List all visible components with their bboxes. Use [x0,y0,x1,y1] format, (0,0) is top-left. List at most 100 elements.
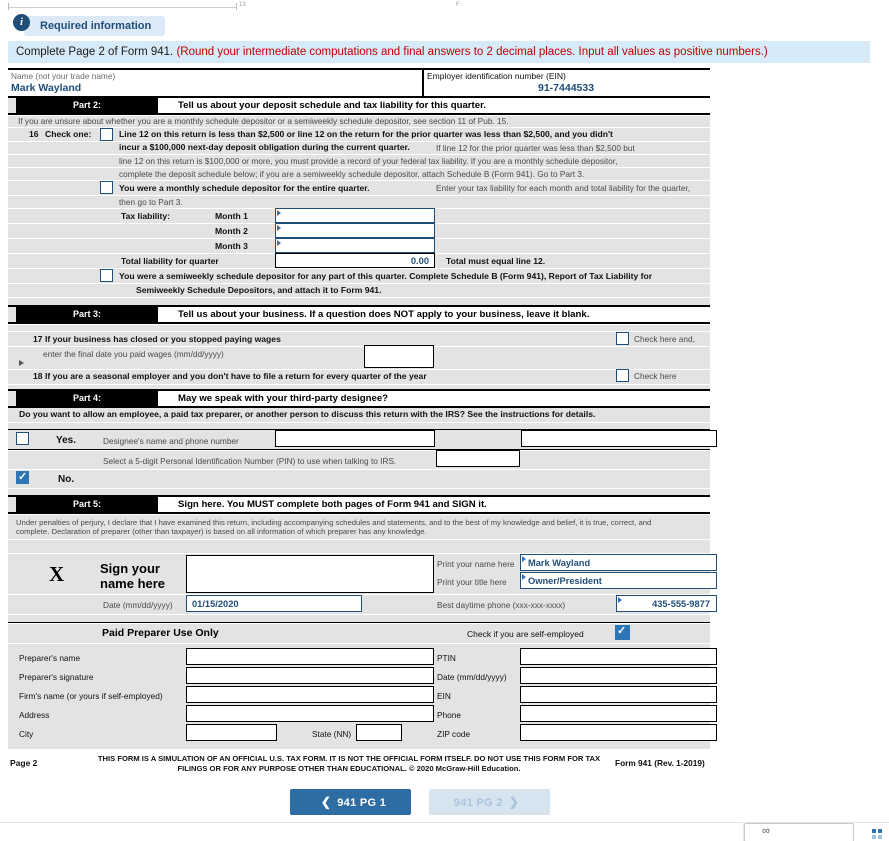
footer-disclaimer-line1: THIS FORM IS A SIMULATION OF AN OFFICIAL… [97,754,566,763]
nav-prev-941-pg1-button[interactable]: ❮ 941 PG 1 [290,789,411,815]
line16-option1-side2: line 12 on this return is $100,000 or mo… [119,156,618,166]
firm-ein-label: EIN [437,691,451,701]
print-title-label: Print your title here [437,577,507,587]
nav-next-label: 941 PG 2 [453,797,503,809]
required-marker-icon [522,556,526,562]
signature-date-value: 01/15/2020 [192,599,239,609]
preparer-phone-input[interactable] [520,705,717,722]
preparer-address-input[interactable] [186,705,434,722]
ein-value: 91-7444533 [538,82,595,94]
instruction-note: (Round your intermediate computations an… [176,46,768,58]
perjury-line2: complete. Declaration of preparer (other… [16,527,427,536]
firm-name-input[interactable] [186,686,434,703]
preparer-zip-label: ZIP code [437,729,471,739]
print-name-value: Mark Wayland [528,558,591,568]
preparer-date-input[interactable] [520,667,717,684]
indicator-square-1 [872,829,876,833]
preparer-signature-input[interactable] [186,667,434,684]
part2-title: Tell us about your deposit schedule and … [178,100,486,111]
print-name-label: Print your name here [437,559,515,569]
ruler-strip: 13 F [0,0,889,14]
designee-no-label: No. [58,474,75,485]
part5-title: Sign here. You MUST complete both pages … [178,499,487,510]
ptin-label: PTIN [437,653,456,663]
part3-title: Tell us about your business. If a questi… [178,309,590,320]
ptin-input[interactable] [520,648,717,665]
month3-input[interactable] [275,238,435,253]
indicator-square-4 [878,835,882,839]
pin-label: Select a 5-digit Personal Identification… [103,456,397,466]
total-liability-value: 0.00 [410,256,429,266]
page-navigation: ❮ 941 PG 1 941 PG 2 ❯ [0,789,889,815]
line16-option1-side3: complete the deposit schedule below; if … [119,169,585,179]
checkbox-designee-no[interactable] [16,470,29,484]
indicator-square-2 [878,829,882,833]
total-note: Total must equal line 12. [446,256,546,266]
total-liability-field: 0.00 [275,253,435,268]
checkbox-line16-option1[interactable] [100,128,113,141]
part2-note: If you are unsure about whether you are … [18,116,509,126]
signature-date-input[interactable]: 01/15/2020 [186,595,362,612]
line16-option1-side1: If line 12 for the prior quarter was les… [436,143,635,153]
perjury-line1: Under penalties of perjury, I declare th… [16,518,652,527]
designee-phone-input[interactable] [521,430,717,447]
link-button[interactable] [744,823,854,841]
daytime-phone-label: Best daytime phone (xxx-xxx-xxxx) [437,600,566,610]
line18-text: 18 If you are a seasonal employer and yo… [33,371,427,381]
checkbox-self-employed[interactable] [615,624,630,640]
preparer-name-input[interactable] [186,648,434,665]
preparer-city-input[interactable] [186,724,277,741]
firm-ein-input[interactable] [520,686,717,703]
checkbox-line16-option3[interactable] [100,269,113,282]
daytime-phone-input[interactable]: 435-555-9877 [616,595,717,612]
nav-prev-label: 941 PG 1 [337,797,387,809]
checkbox-line17[interactable] [616,332,629,345]
sign-here-label-1: Sign your [100,561,160,576]
form-941-page-2: 13 F Required information i Complete Pag… [0,0,889,841]
instruction-main: Complete Page 2 of Form 941. [16,46,174,58]
firm-name-label: Firm's name (or yours if self-employed) [19,691,163,701]
name-value: Mark Wayland [11,82,82,94]
chevron-right-icon: ❯ [508,795,520,809]
month2-label: Month 2 [215,226,248,236]
designee-name-input[interactable] [275,430,435,447]
print-name-input[interactable]: Mark Wayland [520,554,717,571]
month2-input[interactable] [275,223,435,238]
line16-option3-text2: Semiweekly Schedule Depositors, and atta… [136,285,382,295]
toolbar-cell-left [676,823,744,841]
line17-text: 17 If your business has closed or you st… [33,334,281,344]
line16-label: Check one: [45,129,92,139]
preparer-phone-label: Phone [437,710,461,720]
part2-bar: Part 2: [16,98,158,113]
line17-date-input[interactable] [364,345,434,368]
ein-label: Employer identification number (EIN) [427,71,566,81]
sign-here-label-2: name here [100,576,166,591]
print-title-value: Owner/President [528,576,602,586]
line16-option1-text: Line 12 on this return is less than $2,5… [119,129,613,139]
checkbox-line18[interactable] [616,369,629,382]
preparer-state-input[interactable] [356,724,402,741]
signature-input[interactable] [186,555,434,593]
print-title-input[interactable]: Owner/President [520,572,717,589]
checkbox-line16-option2[interactable] [100,181,113,194]
month3-label: Month 3 [215,241,248,251]
line17-sub-label: enter the final date you paid wages (mm/… [43,349,224,359]
bottom-toolbar: ∞ [0,822,889,841]
nav-next-941-pg2-button[interactable]: 941 PG 2 ❯ [429,789,550,815]
footer-disclaimer: THIS FORM IS A SIMULATION OF AN OFFICIAL… [92,754,606,774]
month1-input[interactable] [275,208,435,223]
info-icon: i [13,14,30,31]
required-marker-icon [277,225,281,231]
pointer-icon [19,360,24,366]
link-icon: ∞ [762,825,770,837]
preparer-zip-input[interactable] [520,724,717,741]
footer-form-reference: Form 941 (Rev. 1-2019) [615,758,705,768]
line16-option2-side2: then go to Part 3. [119,197,183,207]
indicator-square-3 [872,835,876,839]
tax-liability-label: Tax liability: [121,211,171,221]
line16-option2-side: Enter your tax liability for each month … [436,183,691,193]
preparer-city-label: City [19,729,34,739]
pin-input[interactable] [436,450,520,467]
checkbox-designee-yes[interactable] [16,432,29,445]
instruction-banner: Complete Page 2 of Form 941. (Round your… [8,41,870,63]
